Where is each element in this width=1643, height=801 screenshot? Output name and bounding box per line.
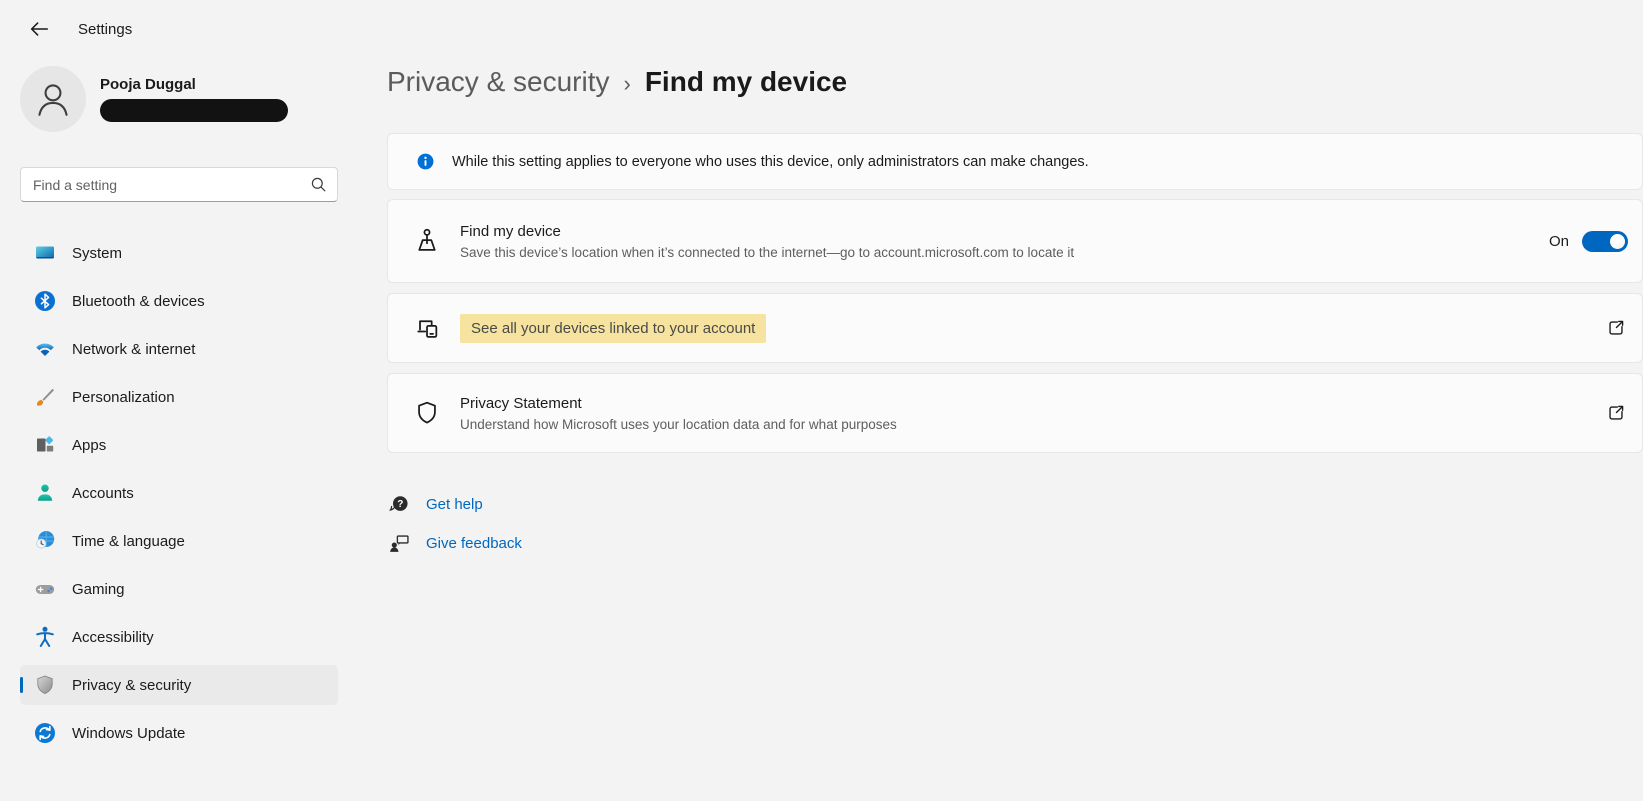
profile-name: Pooja Duggal [100, 76, 288, 93]
person-outline-icon [32, 78, 74, 120]
get-help-link[interactable]: ? Get help [388, 489, 522, 519]
sidebar-item-label: Network & internet [72, 341, 195, 358]
card-text: See all your devices linked to your acco… [460, 314, 766, 343]
external-link-icon [1604, 401, 1628, 425]
paintbrush-icon [33, 385, 57, 409]
search-icon [309, 175, 328, 194]
sidebar-nav: System Bluetooth & devices [20, 233, 338, 753]
sidebar-item-label: Apps [72, 437, 106, 454]
sidebar-item-apps[interactable]: Apps [20, 425, 338, 465]
system-icon [33, 241, 57, 265]
card-description: Save this device’s location when it’s co… [460, 245, 1074, 260]
shield-icon [33, 673, 57, 697]
card-text: Privacy Statement Understand how Microso… [460, 395, 897, 432]
app-title: Settings [78, 21, 132, 38]
redacted-email [100, 99, 288, 122]
sidebar-item-accounts[interactable]: Accounts [20, 473, 338, 513]
link-label: Get help [426, 496, 483, 513]
update-icon [33, 721, 57, 745]
find-my-device-toggle[interactable] [1582, 231, 1628, 252]
linked-devices-icon [412, 314, 442, 342]
back-button[interactable] [26, 16, 52, 42]
toggle-control: On [1549, 231, 1628, 252]
wifi-icon [33, 337, 57, 361]
highlighted-link-text[interactable]: See all your devices linked to your acco… [460, 314, 766, 343]
app-header: Settings [26, 16, 132, 42]
sidebar-item-personalization[interactable]: Personalization [20, 377, 338, 417]
find-my-device-icon [412, 227, 442, 255]
sidebar-item-label: Accounts [72, 485, 134, 502]
sidebar-item-network-internet[interactable]: Network & internet [20, 329, 338, 369]
search-input[interactable] [20, 167, 338, 202]
card-control [1604, 316, 1628, 340]
page-title: Find my device [645, 66, 847, 98]
user-profile[interactable]: Pooja Duggal [20, 66, 338, 132]
sidebar-item-gaming[interactable]: Gaming [20, 569, 338, 609]
sidebar-item-label: Personalization [72, 389, 175, 406]
sidebar-item-privacy-security[interactable]: Privacy & security [20, 665, 338, 705]
toggle-state-label: On [1549, 233, 1569, 250]
sidebar-item-label: Gaming [72, 581, 125, 598]
svg-text:?: ? [397, 498, 403, 509]
bluetooth-icon [33, 289, 57, 313]
info-bar-text: While this setting applies to everyone w… [452, 154, 1089, 170]
sidebar-item-bluetooth-devices[interactable]: Bluetooth & devices [20, 281, 338, 321]
shield-outline-icon [412, 399, 442, 427]
card-title: Find my device [460, 223, 1074, 240]
card-control [1604, 401, 1628, 425]
card-title: Privacy Statement [460, 395, 897, 412]
link-label: Give feedback [426, 535, 522, 552]
help-bubble-icon: ? [388, 493, 411, 516]
sidebar-item-label: Time & language [72, 533, 185, 550]
give-feedback-link[interactable]: Give feedback [388, 528, 522, 558]
info-icon [416, 152, 435, 171]
apps-icon [33, 433, 57, 457]
main-content: Privacy & security › Find my device Whil… [387, 0, 1643, 801]
breadcrumb: Privacy & security › Find my device [387, 66, 847, 98]
external-link-icon [1604, 316, 1628, 340]
sidebar-item-label: Accessibility [72, 629, 154, 646]
sidebar-item-accessibility[interactable]: Accessibility [20, 617, 338, 657]
breadcrumb-separator-icon: › [624, 68, 631, 97]
person-icon [33, 481, 57, 505]
profile-text: Pooja Duggal [100, 76, 288, 122]
sidebar-item-windows-update[interactable]: Windows Update [20, 713, 338, 753]
setting-card-linked-devices[interactable]: See all your devices linked to your acco… [387, 293, 1643, 363]
setting-card-find-my-device: Find my device Save this device’s locati… [387, 199, 1643, 283]
back-arrow-icon [28, 18, 50, 40]
info-bar: While this setting applies to everyone w… [387, 133, 1643, 190]
avatar [20, 66, 86, 132]
sidebar-item-system[interactable]: System [20, 233, 338, 273]
setting-card-privacy-statement[interactable]: Privacy Statement Understand how Microso… [387, 373, 1643, 453]
accessibility-icon [33, 625, 57, 649]
sidebar-item-time-language[interactable]: Time & language [20, 521, 338, 561]
sidebar-item-label: Bluetooth & devices [72, 293, 205, 310]
sidebar-item-label: Privacy & security [72, 677, 191, 694]
sidebar-item-label: System [72, 245, 122, 262]
sidebar-item-label: Windows Update [72, 725, 185, 742]
breadcrumb-parent[interactable]: Privacy & security [387, 66, 610, 98]
footer-links: ? Get help Give feedback [388, 489, 522, 567]
gamepad-icon [33, 577, 57, 601]
toggle-knob [1610, 234, 1625, 249]
globe-clock-icon [33, 529, 57, 553]
card-text: Find my device Save this device’s locati… [460, 223, 1074, 260]
card-description: Understand how Microsoft uses your locat… [460, 417, 897, 432]
feedback-icon [388, 532, 411, 555]
search-box [20, 167, 338, 202]
sidebar: Pooja Duggal System [20, 66, 338, 761]
